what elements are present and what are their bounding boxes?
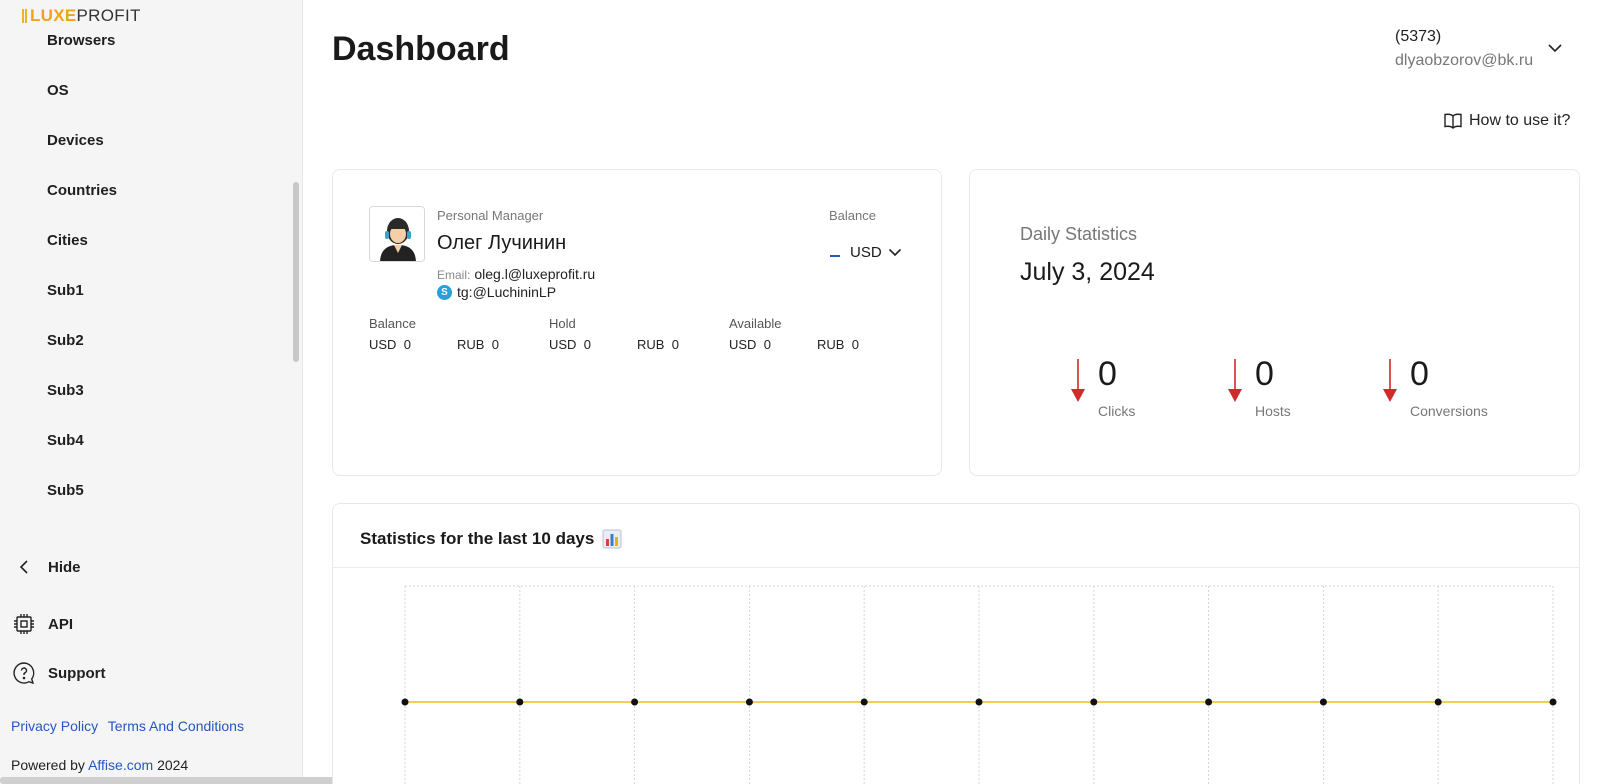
data-point[interactable] [1549, 698, 1557, 706]
chevron-down-icon [888, 248, 901, 257]
data-point[interactable] [1205, 698, 1213, 706]
privacy-policy-link[interactable]: Privacy Policy [11, 718, 98, 734]
manager-card: Personal Manager Олег Лучинин Email: oleg… [332, 169, 942, 476]
statistics-title-text: Statistics for the last 10 days [360, 529, 595, 548]
footer-links: Privacy Policy Terms And Conditions [11, 718, 250, 734]
currency-value: USD [850, 244, 882, 261]
hold-column-title: Hold [549, 316, 576, 331]
manager-email-value[interactable]: oleg.l@luxeprofit.ru [474, 266, 595, 282]
arrow-down-icon [1383, 359, 1397, 402]
hide-label: Hide [48, 558, 81, 576]
hosts-value: 0 [1255, 355, 1274, 393]
how-to-use-link[interactable]: How to use it? [1443, 112, 1570, 130]
available-column-title: Available [729, 316, 782, 331]
help-circle-icon [12, 661, 36, 685]
how-to-use-label: How to use it? [1469, 112, 1571, 129]
user-menu[interactable]: (5373) dlyaobzorov@bk.ru [1395, 28, 1533, 70]
currency-select[interactable]: USD [830, 244, 902, 261]
user-id: (5373) [1395, 28, 1442, 45]
sidebar-scrollbar[interactable] [293, 182, 299, 362]
support-label: Support [48, 664, 106, 682]
statistics-chart-card: Statistics for the last 10 days [332, 503, 1580, 784]
daily-date: July 3, 2024 [1020, 258, 1155, 286]
hold-column: Hold USD 0 RUB 0 [549, 316, 725, 352]
sidebar-item-browsers[interactable]: Browsers [47, 32, 115, 49]
data-point[interactable] [745, 698, 753, 706]
sidebar-item-sub5[interactable]: Sub5 [47, 482, 84, 499]
sidebar-item-sub4[interactable]: Sub4 [47, 432, 84, 449]
hold-rub: RUB 0 [637, 337, 679, 352]
logo-text-bold: LUXE [30, 6, 77, 25]
statistics-title: Statistics for the last 10 days [360, 529, 622, 549]
metric-clicks: 0 Clicks [1070, 357, 1135, 419]
sidebar-item-sub2[interactable]: Sub2 [47, 332, 84, 349]
conversions-value: 0 [1410, 355, 1429, 393]
conversions-label: Conversions [1410, 403, 1488, 419]
skype-icon: S [437, 284, 452, 300]
logo-text-light: PROFIT [76, 6, 141, 25]
balance-usd: USD 0 [369, 337, 411, 352]
chevron-left-icon [12, 555, 36, 579]
daily-statistics-card: Daily Statistics July 3, 2024 0 Clicks 0… [969, 169, 1580, 476]
balance-column-title: Balance [369, 316, 416, 331]
metric-conversions: 0 Conversions [1382, 357, 1488, 419]
sidebar-item-devices[interactable]: Devices [47, 132, 104, 149]
arrow-down-icon [1071, 359, 1085, 402]
available-column: Available USD 0 RUB 0 [729, 316, 905, 352]
chevron-down-icon[interactable] [1547, 40, 1563, 58]
powered-year: 2024 [157, 757, 189, 773]
available-rub: RUB 0 [817, 337, 859, 352]
clicks-label: Clicks [1098, 403, 1136, 419]
data-point[interactable] [975, 698, 983, 706]
balance-column: Balance USD 0 RUB 0 [369, 316, 545, 352]
data-point[interactable] [516, 698, 524, 706]
data-point[interactable] [401, 698, 409, 706]
sidebar-item-countries[interactable]: Countries [47, 182, 117, 199]
bar-chart-icon [602, 529, 622, 549]
balance-label: Balance [829, 208, 876, 223]
data-point[interactable] [1090, 698, 1098, 706]
metric-hosts: 0 Hosts [1227, 357, 1291, 419]
manager-telegram: S tg:@LuchininLP [437, 284, 556, 300]
sidebar-item-api[interactable]: API [12, 612, 73, 636]
statistics-header: Statistics for the last 10 days [333, 504, 1579, 568]
manager-name: Олег Лучинин [437, 232, 567, 254]
dash-icon [830, 254, 840, 257]
data-point[interactable] [631, 698, 639, 706]
data-point[interactable] [860, 698, 868, 706]
brand-logo[interactable]: LUXE PROFIT [22, 6, 141, 26]
sidebar-item-sub1[interactable]: Sub1 [47, 282, 84, 299]
manager-telegram-value[interactable]: tg:@LuchininLP [457, 284, 556, 300]
sidebar-item-sub3[interactable]: Sub3 [47, 382, 84, 399]
page-title: Dashboard [332, 30, 510, 68]
data-point[interactable] [1434, 698, 1442, 706]
clicks-value: 0 [1098, 355, 1117, 393]
balance-rub: RUB 0 [457, 337, 499, 352]
hold-usd: USD 0 [549, 337, 591, 352]
logo-mark-icon [22, 9, 28, 23]
statistics-line-chart [401, 585, 1557, 784]
daily-statistics-title: Daily Statistics [1020, 224, 1138, 244]
manager-avatar [369, 206, 425, 262]
email-label: Email: [437, 268, 471, 282]
sidebar-item-cities[interactable]: Cities [47, 232, 88, 249]
hosts-label: Hosts [1255, 403, 1291, 419]
affise-link[interactable]: Affise.com [88, 757, 153, 773]
data-point[interactable] [1319, 698, 1327, 706]
user-email: dlyaobzorov@bk.ru [1395, 52, 1534, 69]
api-label: API [48, 615, 74, 633]
book-icon [1444, 113, 1462, 129]
sidebar-item-support[interactable]: Support [12, 661, 106, 685]
sidebar-item-os[interactable]: OS [47, 82, 69, 99]
powered-by: Powered by Affise.com 2024 [11, 757, 188, 773]
arrow-down-icon [1228, 359, 1242, 402]
terms-link[interactable]: Terms And Conditions [108, 718, 244, 734]
manager-email: Email: oleg.l@luxeprofit.ru [437, 266, 595, 282]
available-usd: USD 0 [729, 337, 771, 352]
sidebar: LUXE PROFIT Browsers OS Devices Countrie… [0, 0, 450, 784]
hide-sidebar-button[interactable]: Hide [12, 555, 81, 579]
personal-manager-label: Personal Manager [437, 208, 544, 223]
chip-icon [12, 612, 36, 636]
powered-prefix: Powered by [11, 757, 85, 773]
